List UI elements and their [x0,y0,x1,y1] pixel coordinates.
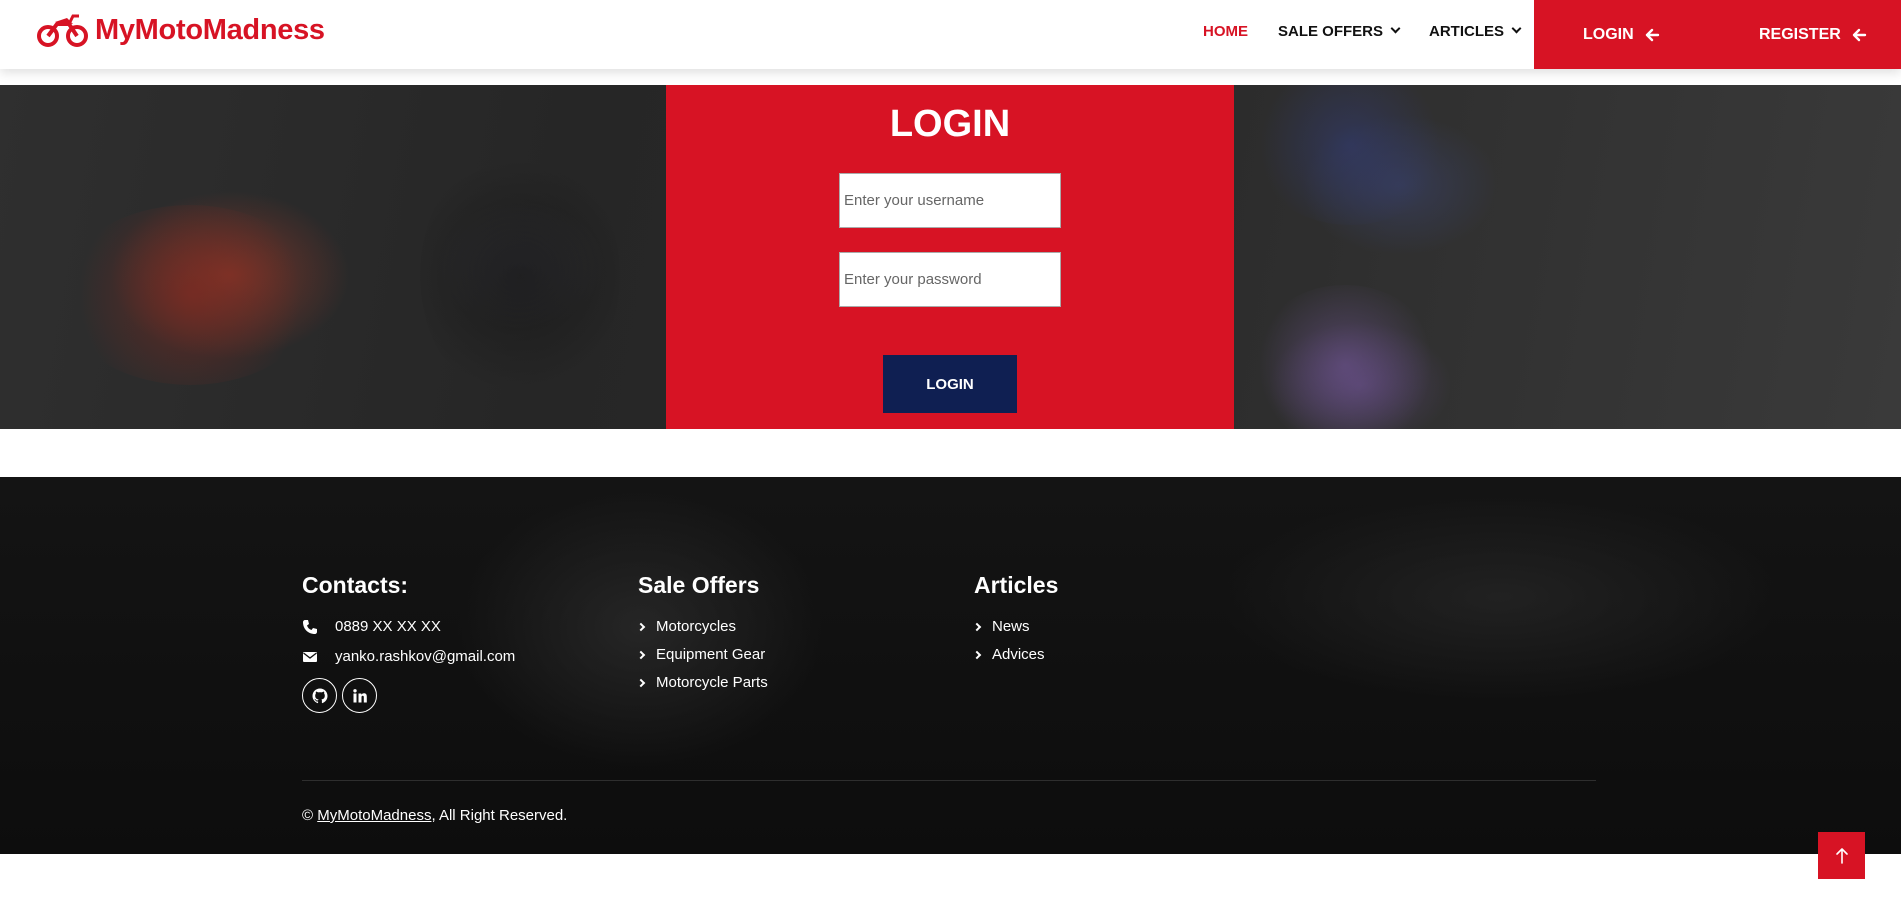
github-icon [312,688,327,703]
arrow-up-icon [1835,847,1848,864]
arrow-left-icon [1852,28,1866,41]
login-title: LOGIN [889,103,1011,145]
contact-phone-text: 0889 XX XX XX [335,618,441,635]
github-link[interactable] [302,678,337,713]
login-button[interactable]: LOGIN [1583,0,1660,69]
contact-phone: 0889 XX XX XX [302,618,515,635]
footer-link-label: Advices [992,646,1045,663]
login-button-label: LOGIN [1583,25,1634,43]
copyright-prefix: © [302,807,318,824]
footer-link-label: News [992,618,1030,635]
footer-link-label: Equipment Gear [656,646,766,663]
nav-item-sale-offers[interactable]: SALE OFFERS [1278,20,1401,42]
nav-item-home[interactable]: HOME [1203,20,1248,42]
footer-link-news[interactable]: News [972,618,1058,635]
register-button-label: REGISTER [1759,25,1841,43]
envelope-icon [303,651,317,662]
register-button[interactable]: REGISTER [1759,0,1867,69]
social-links [302,678,515,713]
chevron-right-icon [636,650,646,659]
password-input[interactable] [839,252,1061,307]
nav-item-label: ARTICLES [1429,22,1505,40]
login-form: LOGIN LOGIN [666,85,1234,429]
hero-section: LOGIN LOGIN [0,85,1901,429]
motorcycle-icon [37,14,88,47]
footer-link-motorcycles[interactable]: Motorcycles [636,618,768,635]
footer-contacts: Contacts: 0889 XX XX XX yanko.rashkov@gm… [302,572,515,713]
site-logo[interactable]: MyMotoMadness [37,12,325,48]
footer-articles-title: Articles [974,572,1059,598]
chevron-down-icon [1390,23,1401,34]
linkedin-icon [352,688,367,702]
contact-email-text: yanko.rashkov@gmail.com [335,648,516,665]
phone-icon [303,619,317,634]
chevron-right-icon [636,622,646,631]
nav-item-articles[interactable]: ARTICLES [1429,20,1522,42]
auth-bar: LOGIN REGISTER [1534,0,1901,69]
footer-link-label: Motorcycles [656,618,737,635]
site-header: MyMotoMadness HOME SALE OFFERS ARTICLES … [0,0,1901,69]
footer-link-label: Motorcycle Parts [656,674,768,691]
footer-link-motorcycle-parts[interactable]: Motorcycle Parts [636,674,768,691]
footer-articles: Articles News Advices [972,572,1059,674]
site-footer: Contacts: 0889 XX XX XX yanko.rashkov@gm… [0,477,1901,854]
chevron-down-icon [1511,23,1522,34]
logo-text: MyMotoMadness [95,13,325,46]
footer-contacts-title: Contacts: [302,572,409,598]
copyright-suffix: , All Right Reserved. [431,807,568,824]
footer-sale-offers-title: Sale Offers [638,572,760,598]
nav-item-label: SALE OFFERS [1278,22,1384,40]
footer-link-advices[interactable]: Advices [972,646,1058,663]
contact-email: yanko.rashkov@gmail.com [302,648,515,665]
chevron-right-icon [636,678,646,687]
login-submit-button[interactable]: LOGIN [883,355,1017,413]
username-input[interactable] [839,173,1061,228]
footer-link-equipment-gear[interactable]: Equipment Gear [636,646,768,663]
chevron-right-icon [972,650,982,659]
linkedin-link[interactable] [342,678,377,713]
back-to-top-button[interactable] [1818,832,1865,879]
footer-sale-offers: Sale Offers Motorcycles Equipment Gear M… [636,572,768,702]
arrow-left-icon [1645,28,1659,41]
footer-divider [302,780,1596,781]
copyright-brand-link[interactable]: MyMotoMadness [317,807,431,824]
main-nav: HOME SALE OFFERS ARTICLES [1203,20,1550,42]
nav-item-label: HOME [1203,22,1248,40]
chevron-right-icon [972,622,982,631]
copyright: © MyMotoMadness, All Right Reserved. [302,807,567,824]
